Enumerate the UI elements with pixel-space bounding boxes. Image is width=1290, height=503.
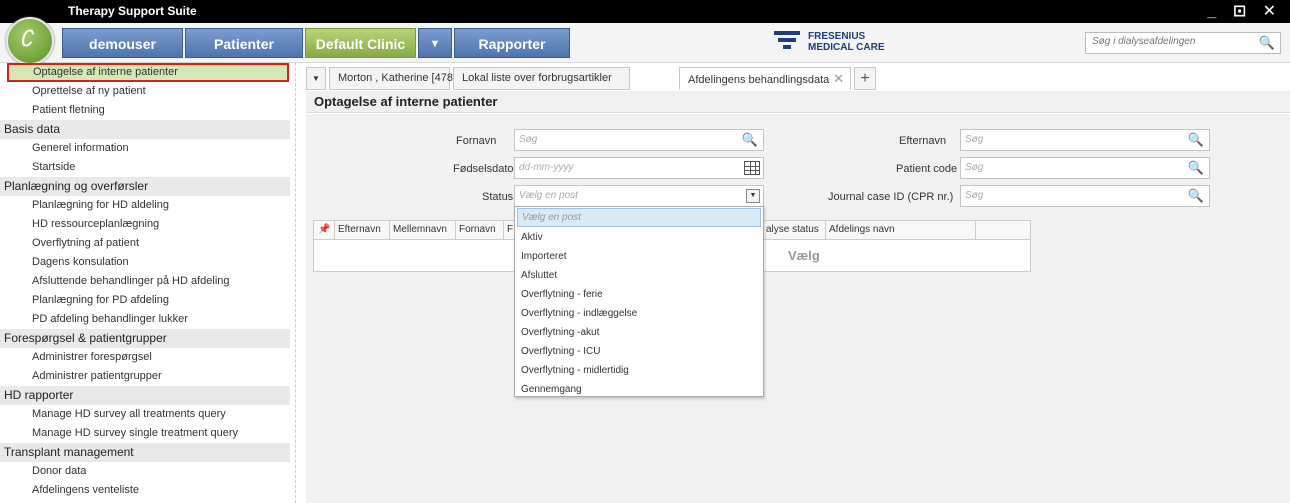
dropdown-option[interactable]: Overflytning - midlertidig	[517, 361, 761, 380]
dropdown-option[interactable]: Overflytning - ferie	[517, 285, 761, 304]
col-department-name[interactable]: Afdelings navn	[826, 221, 976, 239]
dropdown-placeholder-option[interactable]: Vælg en post	[517, 208, 761, 227]
page-title: Optagelse af interne patienter	[314, 94, 498, 109]
dropdown-option[interactable]: Importeret	[517, 247, 761, 266]
results-table: 📌 Efternavn Mellemnavn Fornavn F alyse s…	[313, 220, 1290, 272]
sidebar-item[interactable]: HD ressourceplanlægning	[0, 215, 290, 234]
table-empty-text: Vælg	[788, 248, 820, 263]
journal-case-field[interactable]: Søg 🔍	[960, 185, 1210, 207]
chevron-down-icon[interactable]: ▼	[746, 189, 760, 203]
status-label: Status	[482, 191, 514, 203]
sidebar-group-header[interactable]: Basis data	[0, 120, 290, 139]
status-dropdown-list: Vælg en post Aktiv Importeret Afsluttet Ove…	[514, 206, 764, 397]
col-mellemnavn[interactable]: Mellemnavn	[390, 221, 456, 239]
first-name-placeholder: Søg	[519, 134, 538, 145]
main-panel: Fornavn Søg 🔍 Fødselsdato dd-mm-yyyy Sta…	[306, 114, 1290, 503]
sidebar-item[interactable]: Oprettelse af ny patient	[0, 82, 290, 101]
tab-label: Afdelingens behandlingsdata	[688, 74, 830, 86]
sidebar-item[interactable]: Afsluttende behandlinger på HD afdeling	[0, 272, 290, 291]
sidebar-group-header[interactable]: HD rapporter	[0, 386, 290, 405]
search-icon[interactable]: 🔍	[1188, 132, 1204, 148]
brand-line-1: FRESENIUS	[808, 31, 866, 42]
department-search-input[interactable]	[1092, 36, 1252, 47]
sidebar-divider[interactable]	[295, 63, 296, 503]
pin-icon[interactable]: 📌	[314, 221, 335, 239]
sidebar-item[interactable]: Startside	[0, 158, 290, 177]
title-bar: Therapy Support Suite _ ⊡ ✕	[0, 0, 1290, 23]
department-search[interactable]: 🔍	[1085, 32, 1281, 54]
col-dialysis-status[interactable]: alyse status	[762, 221, 826, 239]
last-name-label: Efternavn	[899, 135, 947, 147]
sidebar-item[interactable]: Manage HD survey single treatment query	[0, 424, 290, 443]
dropdown-option[interactable]: Afsluttet	[517, 266, 761, 285]
calendar-icon[interactable]	[744, 161, 760, 175]
status-placeholder: Vælg en post	[519, 190, 578, 201]
dropdown-option[interactable]: Aktiv	[517, 228, 761, 247]
top-nav: ∁ demouser Patienter Default Clinic ▼ Ra…	[0, 17, 1290, 65]
journal-case-placeholder: Søg	[965, 190, 984, 201]
sidebar-item[interactable]: PD afdeling behandlinger lukker	[0, 310, 290, 329]
sidebar: Optagelse af interne patienter Oprettelse…	[0, 63, 290, 503]
sidebar-group-header[interactable]: Planlægning og overførsler	[0, 177, 290, 196]
app-title: Therapy Support Suite	[68, 4, 197, 18]
status-select[interactable]: Vælg en post ▼	[514, 185, 764, 207]
dob-label: Fødselsdato	[453, 163, 514, 175]
window-controls[interactable]: _ ⊡ ✕	[1207, 1, 1282, 21]
last-name-placeholder: Søg	[965, 134, 984, 145]
search-icon[interactable]: 🔍	[1188, 188, 1204, 204]
search-icon[interactable]: 🔍	[1259, 35, 1275, 51]
col-efternavn[interactable]: Efternavn	[335, 221, 390, 239]
last-name-field[interactable]: Søg 🔍	[960, 129, 1210, 151]
clinic-dropdown-arrow-icon[interactable]: ▼	[418, 28, 452, 58]
sidebar-item[interactable]: Planlægning for HD aldeling	[0, 196, 290, 215]
brand-mark-icon	[774, 31, 800, 57]
search-icon[interactable]: 🔍	[742, 132, 758, 148]
reports-button[interactable]: Rapporter	[454, 28, 570, 58]
add-tab-icon[interactable]: +	[854, 67, 876, 90]
dropdown-option[interactable]: Overflytning - indlæggelse	[517, 304, 761, 323]
user-button[interactable]: demouser	[62, 28, 183, 58]
logo-glyph: ∁	[19, 27, 33, 52]
sidebar-item-active[interactable]: Optagelse af interne patienter	[7, 63, 289, 82]
first-name-field[interactable]: Søg 🔍	[514, 129, 764, 151]
tab-bar: ▼ Morton , Katherine [47829] Lokal liste…	[306, 67, 1290, 91]
sidebar-item[interactable]: Dagens konsulation	[0, 253, 290, 272]
first-name-label: Fornavn	[456, 135, 497, 147]
tab-menu-icon[interactable]: ▼	[306, 67, 326, 90]
close-icon[interactable]: ✕	[833, 71, 844, 86]
journal-case-label: Journal case ID (CPR nr.)	[828, 191, 954, 203]
dropdown-option[interactable]: Overflytning - ICU	[517, 342, 761, 361]
patient-code-field[interactable]: Søg 🔍	[960, 157, 1210, 179]
sidebar-item[interactable]: Patient fletning	[0, 101, 290, 120]
brand-line-2: MEDICAL CARE	[808, 42, 885, 53]
brand-text: FRESENIUS MEDICAL CARE	[808, 31, 884, 53]
sidebar-item[interactable]: Afdelingens venteliste	[0, 481, 290, 500]
page-header: Optagelse af interne patienter	[306, 91, 1290, 113]
clinic-button[interactable]: Default Clinic	[305, 28, 416, 58]
tab-department-treatment-data[interactable]: Afdelingens behandlingsdata ✕	[679, 67, 851, 90]
sidebar-item[interactable]: Administrer forespørgsel	[0, 348, 290, 367]
tab-consumables-list[interactable]: Lokal liste over forbrugsartikler	[453, 67, 630, 90]
sidebar-item[interactable]: Generel information	[0, 139, 290, 158]
sidebar-group-header[interactable]: Forespørgsel & patientgrupper	[0, 329, 290, 348]
sidebar-item[interactable]: Planlægning for PD afdeling	[0, 291, 290, 310]
patient-code-label: Patient code	[896, 163, 958, 175]
search-icon[interactable]: 🔍	[1188, 160, 1204, 176]
dropdown-option[interactable]: Gennemgang	[517, 380, 761, 399]
dob-field[interactable]: dd-mm-yyyy	[514, 157, 764, 179]
dropdown-option[interactable]: Overflytning -akut	[517, 323, 761, 342]
sidebar-item[interactable]: Donor data	[0, 462, 290, 481]
sidebar-item[interactable]: Overflytning af patient	[0, 234, 290, 253]
patients-button[interactable]: Patienter	[185, 28, 303, 58]
sidebar-item[interactable]: Administrer patientgrupper	[0, 367, 290, 386]
app-logo-icon[interactable]: ∁	[6, 17, 54, 65]
tab-patient-morton[interactable]: Morton , Katherine [47829]	[329, 67, 468, 90]
sidebar-item[interactable]: Manage HD survey all treatments query	[0, 405, 290, 424]
sidebar-group-header[interactable]: Transplant management	[0, 443, 290, 462]
dob-placeholder: dd-mm-yyyy	[519, 162, 574, 173]
col-fornavn[interactable]: Fornavn	[456, 221, 504, 239]
patient-code-placeholder: Søg	[965, 162, 984, 173]
